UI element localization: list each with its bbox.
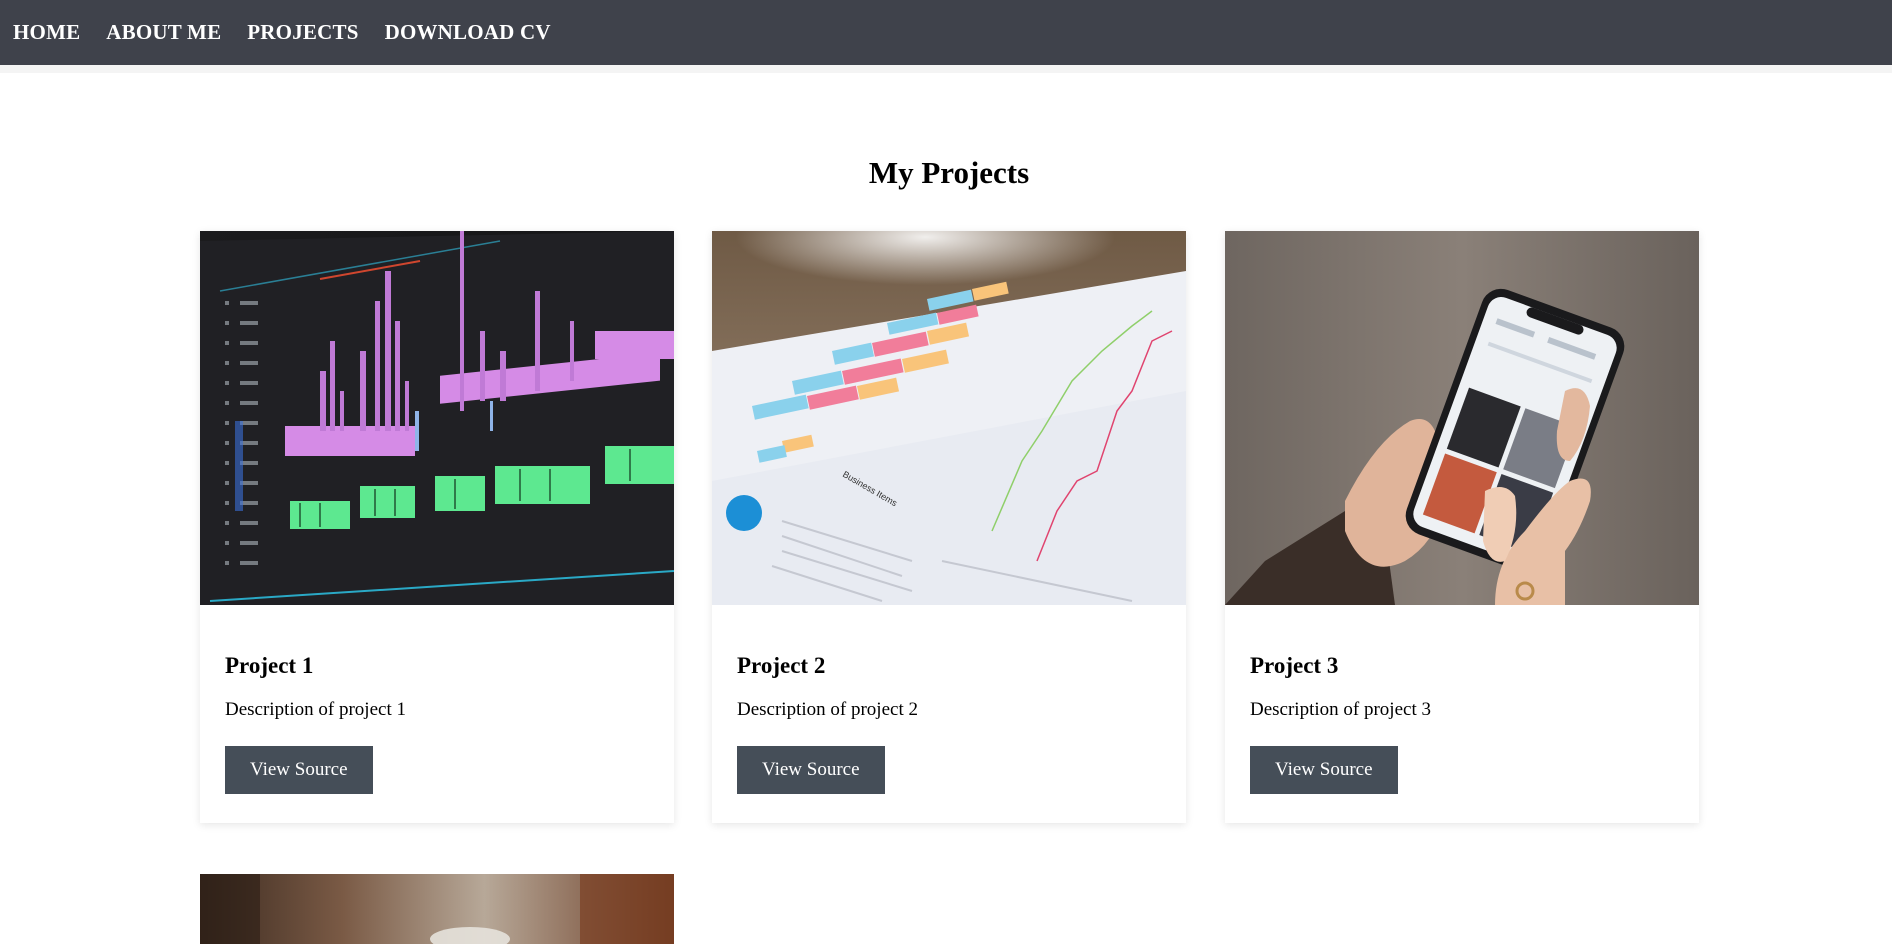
project-2-description: Description of project 2 (737, 699, 918, 720)
project-3-image (1225, 231, 1699, 605)
project-1-title: Project 1 (225, 653, 314, 678)
project-1-view-source-button[interactable]: View Source (225, 746, 373, 794)
project-3-title: Project 3 (1250, 653, 1339, 678)
project-card-3: Project 3 Description of project 3 View … (1225, 231, 1699, 823)
project-2-view-source-button[interactable]: View Source (737, 746, 885, 794)
project-1-image (200, 231, 674, 605)
nav-projects-link[interactable]: PROJECTS (247, 20, 358, 45)
navbar-divider (0, 65, 1892, 73)
project-3-view-source-button[interactable]: View Source (1250, 746, 1398, 794)
nav-about-me-link[interactable]: ABOUT ME (106, 20, 221, 45)
nav-download-cv-link[interactable]: DOWNLOAD CV (385, 20, 551, 45)
project-2-image: Business Items (712, 231, 1186, 605)
project-card-1: Project 1 Description of project 1 View … (200, 231, 674, 823)
project-2-title: Project 2 (737, 653, 826, 678)
top-navbar: HOME ABOUT ME PROJECTS DOWNLOAD CV (0, 0, 1892, 65)
nav-home-link[interactable]: HOME (13, 20, 80, 45)
projects-section-title: My Projects (868, 155, 1030, 190)
project-card-2: Business Items Project 2 Description of … (712, 231, 1186, 823)
project-1-description: Description of project 1 (225, 699, 406, 720)
project-3-description: Description of project 3 (1250, 699, 1431, 720)
project-card-4-partial (200, 874, 674, 944)
